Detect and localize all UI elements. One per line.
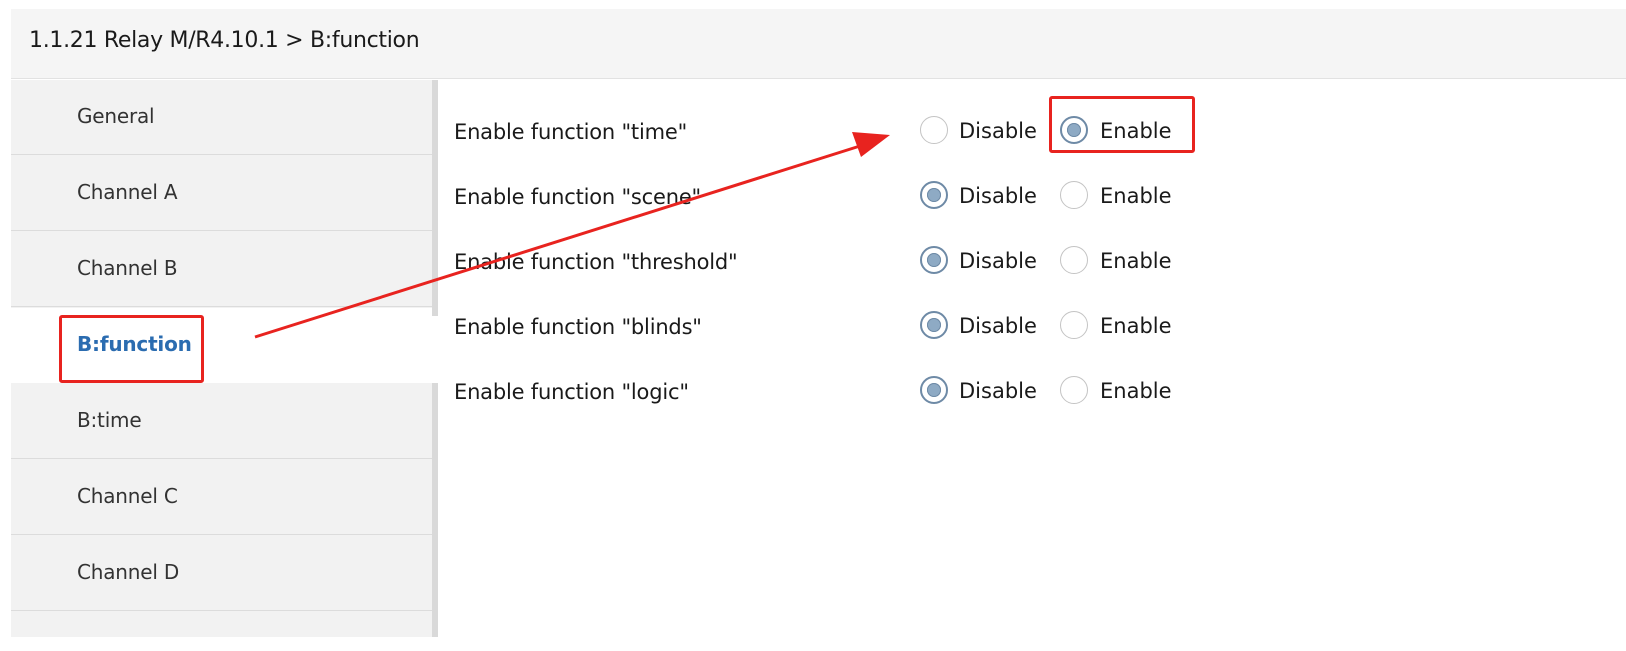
enable-radio[interactable]: [1060, 181, 1088, 209]
setting-label: Enable function "logic": [454, 380, 689, 404]
sidebar-item-channel-d[interactable]: Channel D: [11, 536, 432, 611]
setting-label: Enable function "blinds": [454, 315, 702, 339]
disable-radio[interactable]: [920, 181, 948, 209]
setting-label: Enable function "threshold": [454, 250, 738, 274]
enable-radio[interactable]: [1060, 246, 1088, 274]
enable-radio[interactable]: [1060, 116, 1088, 144]
sidebar-item-channel-c[interactable]: Channel C: [11, 460, 432, 535]
disable-radio[interactable]: [920, 116, 948, 144]
disable-radio[interactable]: [920, 246, 948, 274]
page-title: 1.1.21 Relay M/R4.10.1 > B:function: [29, 28, 420, 53]
disable-radio[interactable]: [920, 311, 948, 339]
sidebar-item-label: General: [77, 104, 155, 128]
disable-radio-label[interactable]: Disable: [959, 379, 1037, 403]
enable-radio-label[interactable]: Enable: [1100, 184, 1172, 208]
disable-radio-label[interactable]: Disable: [959, 249, 1037, 273]
sidebar-item-channel-a[interactable]: Channel A: [11, 156, 432, 231]
parameter-window: 1.1.21 Relay M/R4.10.1 > B:function Gene…: [11, 9, 1626, 637]
enable-radio-label[interactable]: Enable: [1100, 379, 1172, 403]
sidebar-item-label: B:time: [77, 408, 142, 432]
setting-row-time: Enable function "time" Disable Enable: [438, 112, 1626, 152]
sidebar-item-general[interactable]: General: [11, 80, 432, 155]
disable-radio-label[interactable]: Disable: [959, 119, 1037, 143]
setting-row-logic: Enable function "logic" Disable Enable: [438, 372, 1626, 412]
setting-row-scene: Enable function "scene" Disable Enable: [438, 177, 1626, 217]
enable-radio-label[interactable]: Enable: [1100, 249, 1172, 273]
sidebar-item-label: Channel D: [77, 560, 180, 584]
enable-radio[interactable]: [1060, 311, 1088, 339]
disable-radio-label[interactable]: Disable: [959, 184, 1037, 208]
enable-radio-label[interactable]: Enable: [1100, 119, 1172, 143]
enable-radio-label[interactable]: Enable: [1100, 314, 1172, 338]
sidebar-item-label: Channel A: [77, 180, 178, 204]
setting-row-blinds: Enable function "blinds" Disable Enable: [438, 307, 1626, 347]
parameter-content: Enable function "time" Disable Enable En…: [438, 80, 1626, 637]
disable-radio[interactable]: [920, 376, 948, 404]
screenshot-canvas: 1.1.21 Relay M/R4.10.1 > B:function Gene…: [0, 0, 1626, 651]
window-header: 1.1.21 Relay M/R4.10.1 > B:function: [11, 9, 1626, 79]
sidebar-item-channel-b[interactable]: Channel B: [11, 232, 432, 307]
setting-label: Enable function "time": [454, 120, 688, 144]
sidebar-item-b-function[interactable]: B:function: [11, 308, 438, 383]
sidebar: General Channel A Channel B B:function B…: [11, 80, 438, 637]
disable-radio-label[interactable]: Disable: [959, 314, 1037, 338]
setting-label: Enable function "scene": [454, 185, 702, 209]
enable-radio[interactable]: [1060, 376, 1088, 404]
setting-row-threshold: Enable function "threshold" Disable Enab…: [438, 242, 1626, 282]
sidebar-item-label: B:function: [77, 332, 192, 356]
sidebar-item-b-time[interactable]: B:time: [11, 384, 432, 459]
sidebar-item-label: Channel B: [77, 256, 178, 280]
sidebar-item-label: Channel C: [77, 484, 178, 508]
